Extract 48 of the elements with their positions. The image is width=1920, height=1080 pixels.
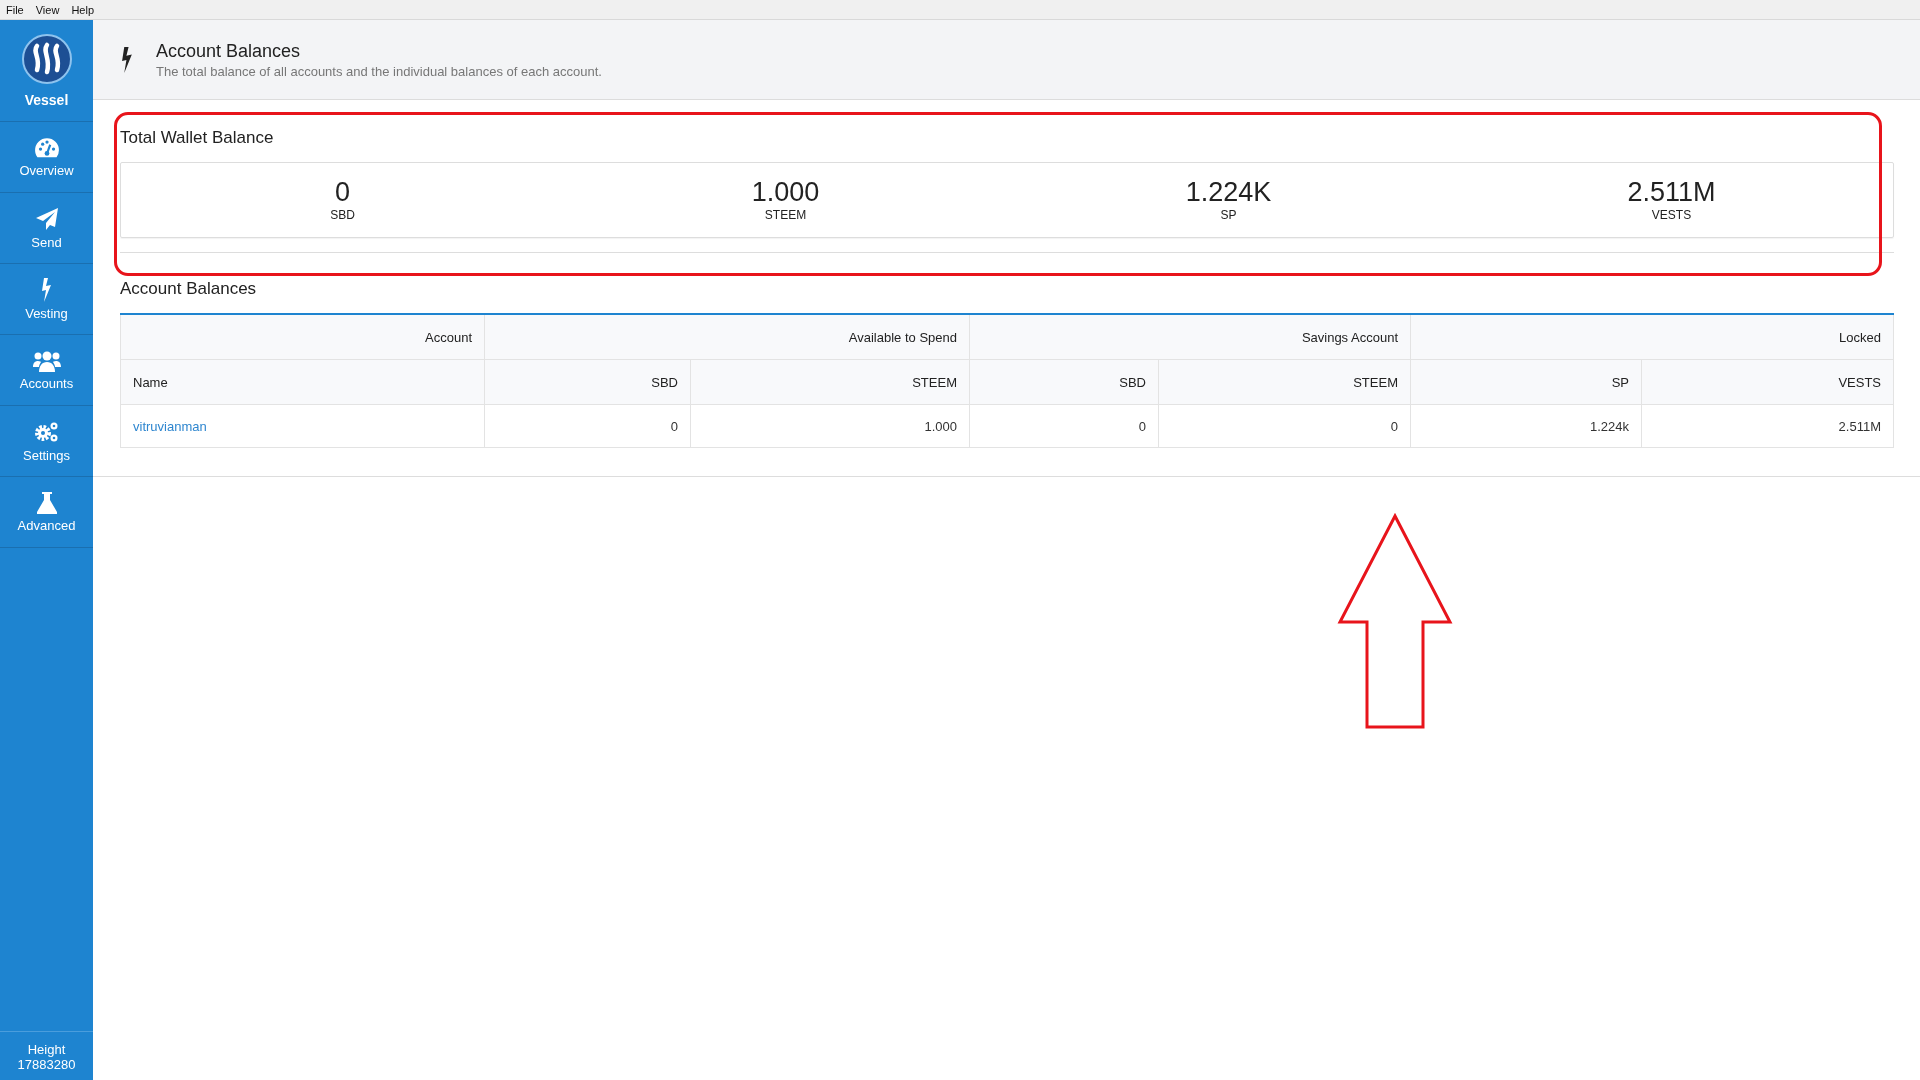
balance-value: 0 [335,178,350,208]
page-subtitle: The total balance of all accounts and the individual balances of each account. [156,63,602,79]
column-header: SBD [969,359,1159,405]
section-title: Total Wallet Balance [120,128,275,148]
logo-icon [21,33,72,84]
column-header: STEEM [690,359,970,405]
balance-unit: VESTS [1651,207,1692,222]
gauge-icon [33,136,60,159]
group-header: Account [120,314,485,360]
nav-item[interactable]: Vesting [0,264,93,335]
menu-item[interactable]: File [6,3,24,16]
account-link[interactable]: vitruvianman [133,418,207,434]
nav-item[interactable]: Send [0,193,93,264]
column-header: Name [120,359,485,405]
page-title: Account Balances [156,40,302,62]
balance-unit: STEEM [764,207,807,222]
users-icon [32,349,61,372]
table-cell: 0 [1158,404,1411,448]
flask-icon [36,491,57,514]
table-cell: 0 [484,404,691,448]
balance-unit: SBD [330,207,355,222]
menu-item[interactable]: View [35,3,60,16]
table-cell: 0 [969,404,1159,448]
height-label: Height [26,1042,67,1057]
brand-name: Vessel [24,91,69,108]
nav-item[interactable]: Overview [0,122,93,193]
column-header: SP [1410,359,1642,405]
balance-value: 1.000 [751,178,820,208]
height-value: 17883280 [16,1057,77,1072]
table-cell: 1.224k [1410,404,1642,448]
lightning-bolt-icon [40,277,53,302]
nav-item[interactable]: Settings [0,406,93,477]
group-header: Available to Spend [484,314,970,360]
column-header: VESTS [1641,359,1894,405]
balance-value: 2.511M [1627,178,1716,208]
balance-value: 1.224K [1185,178,1272,208]
group-header: Savings Account [969,314,1411,360]
table-cell: 2.511M [1641,404,1894,448]
table-cell: 1.000 [690,404,970,448]
menu-item[interactable]: Help [71,3,94,16]
section-title: Account Balances [120,279,258,299]
group-header: Locked [1410,314,1894,360]
lightning-bolt-icon [121,46,134,73]
nav-item[interactable]: Accounts [0,335,93,406]
column-header: SBD [484,359,691,405]
column-header: STEEM [1158,359,1411,405]
balance-unit: SP [1220,207,1237,222]
nav-item[interactable]: Advanced [0,477,93,548]
